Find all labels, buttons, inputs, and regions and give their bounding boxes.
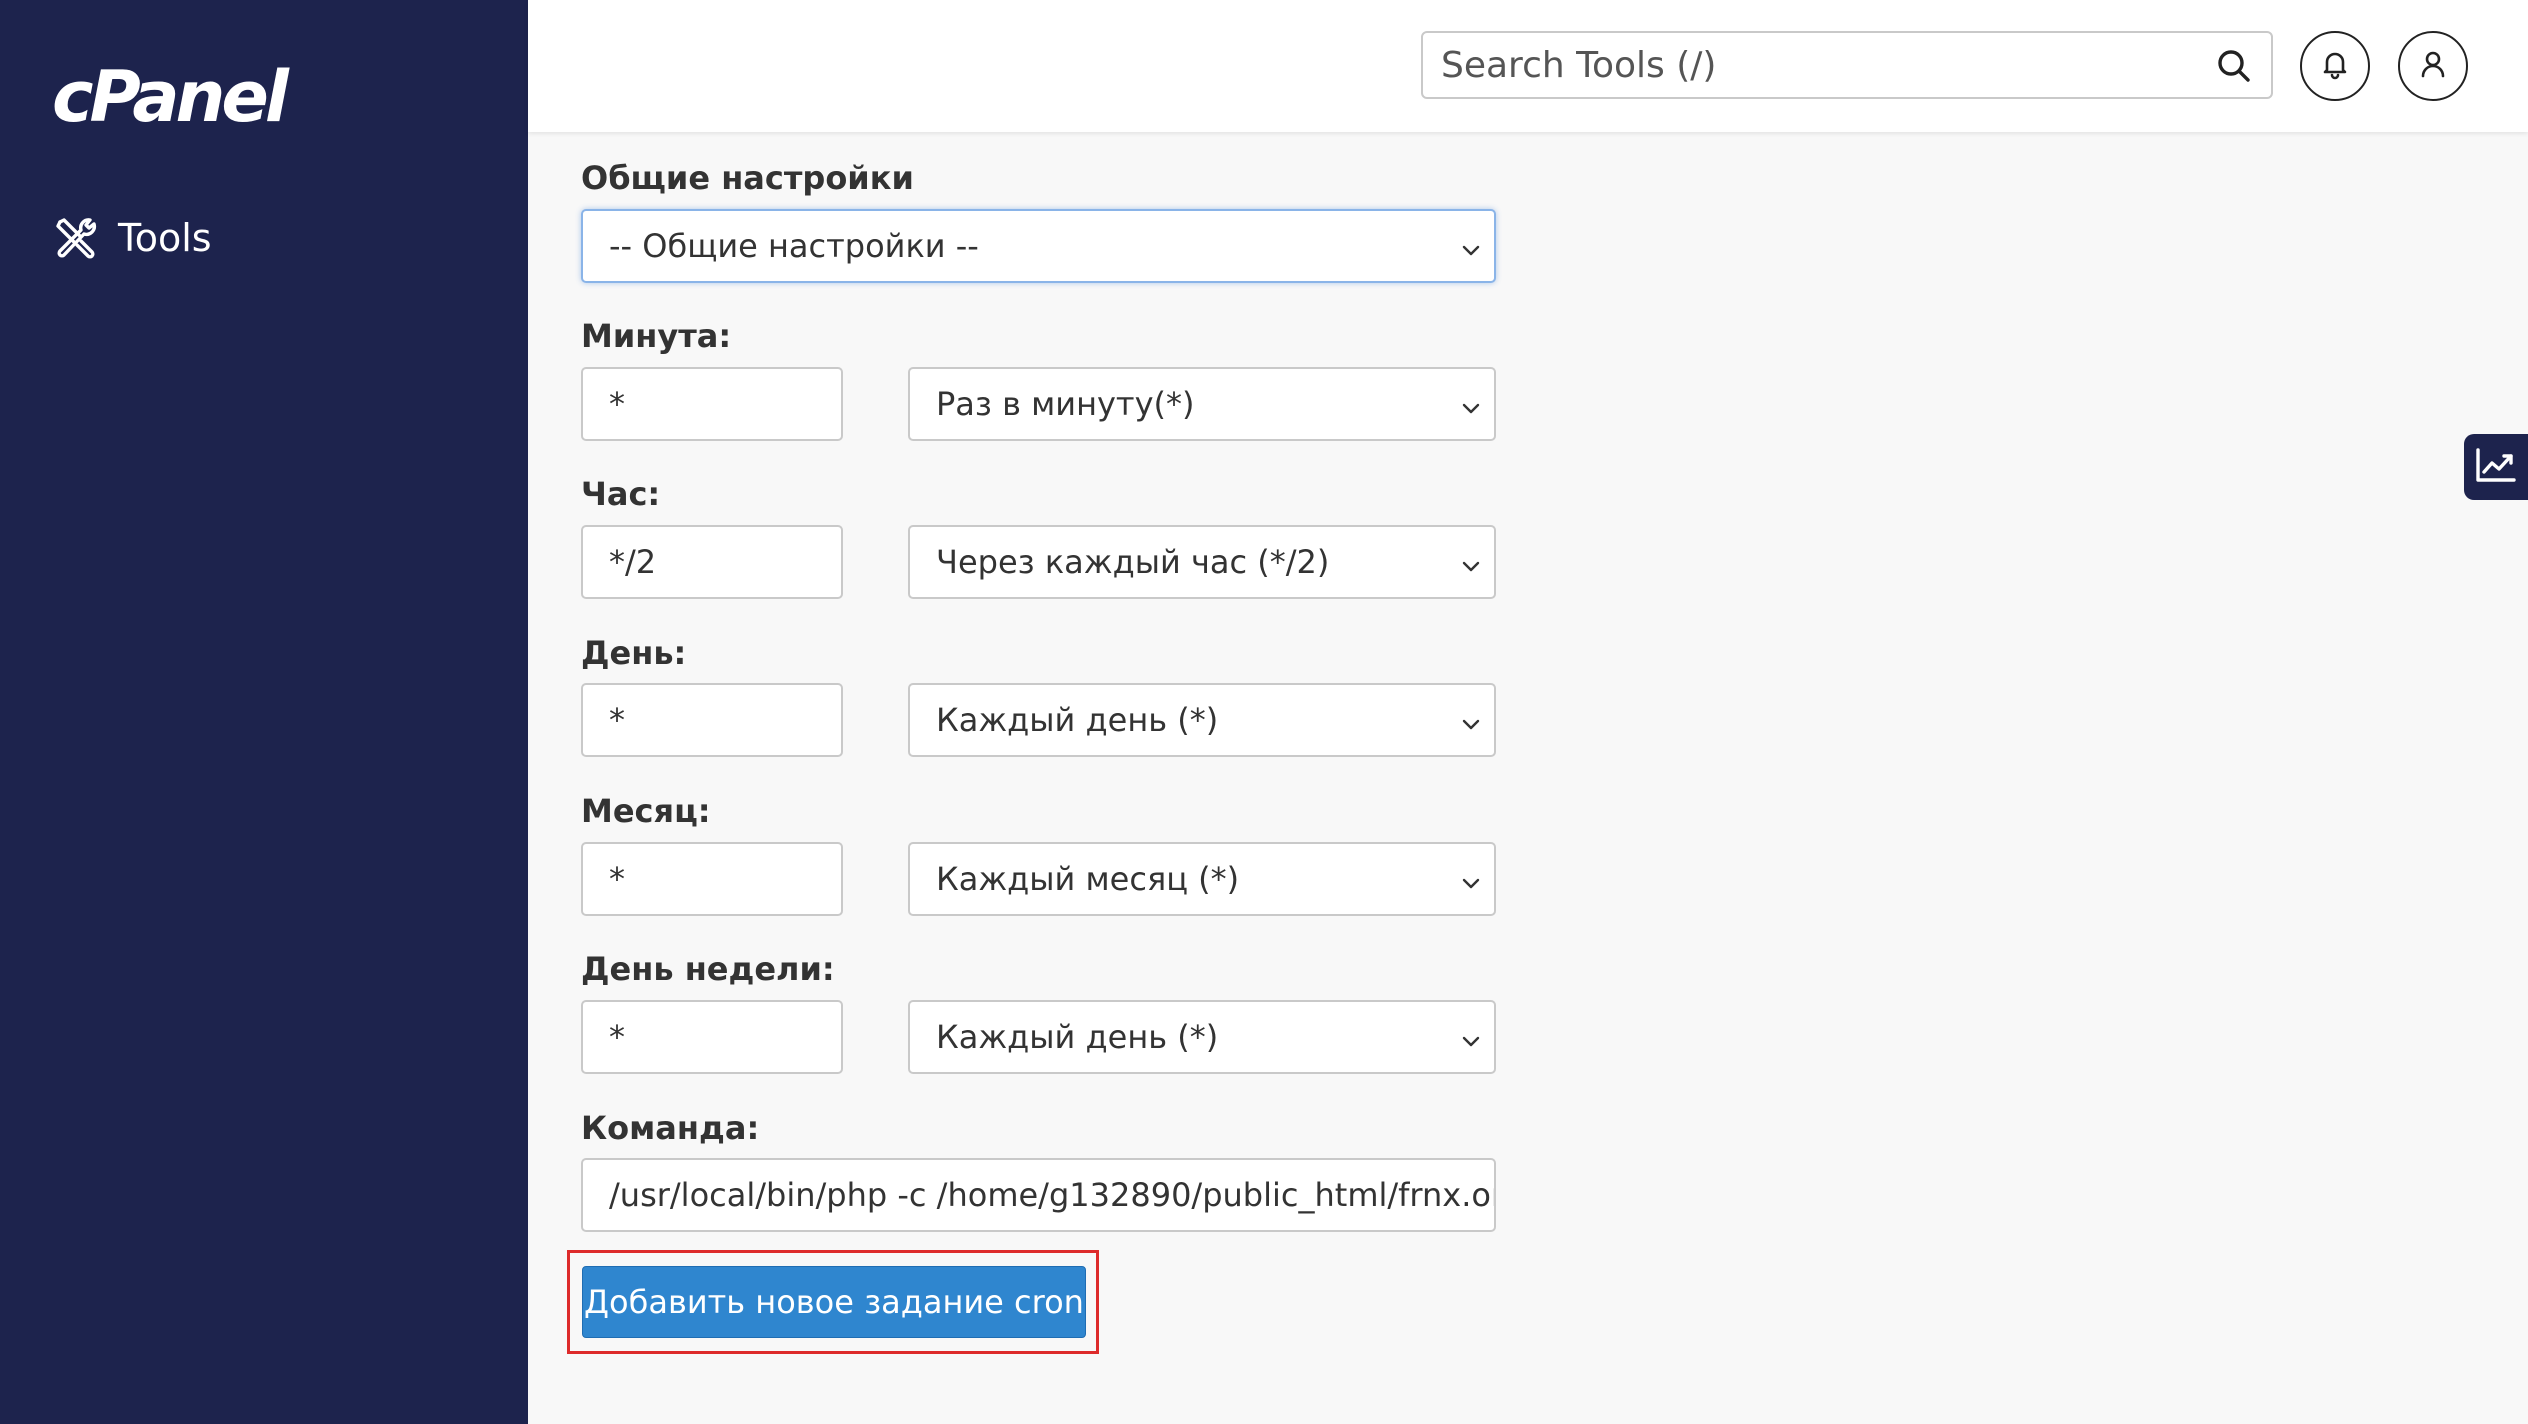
day-label: День: (581, 634, 687, 672)
cpanel-logo[interactable]: cPanel (52, 62, 289, 132)
month-select-value: Каждый месяц (*) (936, 860, 1240, 898)
command-label: Команда: (581, 1109, 760, 1147)
minute-select-value: Раз в минуту(*) (936, 385, 1195, 423)
weekday-select[interactable]: Каждый день (*) (908, 1000, 1496, 1074)
weekday-label: День недели: (581, 950, 835, 988)
sidebar-item-label: Tools (118, 216, 212, 260)
command-input[interactable]: /usr/local/bin/php -c /home/g132890/publ… (581, 1158, 1496, 1232)
minute-select[interactable]: Раз в минуту(*) (908, 367, 1496, 441)
chevron-down-icon (1460, 1018, 1482, 1056)
hour-select-value: Через каждый час (*/2) (936, 543, 1330, 581)
weekday-select-value: Каждый день (*) (936, 1018, 1219, 1056)
month-input[interactable]: * (581, 842, 843, 916)
chevron-down-icon (1460, 701, 1482, 739)
user-menu-button[interactable] (2398, 31, 2468, 101)
tools-icon (54, 216, 98, 260)
sidebar-item-tools[interactable]: Tools (54, 210, 212, 266)
month-label: Месяц: (581, 792, 711, 830)
weekday-input[interactable]: * (581, 1000, 843, 1074)
search-input[interactable] (1425, 35, 2201, 95)
month-select[interactable]: Каждый месяц (*) (908, 842, 1496, 916)
chevron-down-icon (1460, 860, 1482, 898)
day-select-value: Каждый день (*) (936, 701, 1219, 739)
user-icon (2417, 48, 2449, 84)
notifications-button[interactable] (2300, 31, 2370, 101)
hour-select[interactable]: Через каждый час (*/2) (908, 525, 1496, 599)
bell-icon (2319, 48, 2351, 84)
day-select[interactable]: Каждый день (*) (908, 683, 1496, 757)
top-header (528, 0, 2528, 132)
minute-input[interactable]: * (581, 367, 843, 441)
chart-line-icon (2475, 447, 2517, 487)
search-icon[interactable] (2215, 47, 2253, 89)
hour-input[interactable]: */2 (581, 525, 843, 599)
day-input[interactable]: * (581, 683, 843, 757)
chevron-down-icon (1460, 543, 1482, 581)
add-cron-job-button[interactable]: Добавить новое задание cron (582, 1266, 1086, 1338)
minute-label: Минута: (581, 317, 732, 355)
sidebar: cPanel Tools (0, 0, 528, 1424)
chevron-down-icon (1460, 385, 1482, 423)
common-settings-value: -- Общие настройки -- (609, 227, 979, 265)
search-box (1421, 31, 2273, 99)
common-settings-label: Общие настройки (581, 159, 914, 197)
hour-label: Час: (581, 475, 661, 513)
common-settings-select[interactable]: -- Общие настройки -- (581, 209, 1496, 283)
chevron-down-icon (1460, 227, 1482, 265)
stats-widget-tab[interactable] (2464, 434, 2528, 500)
